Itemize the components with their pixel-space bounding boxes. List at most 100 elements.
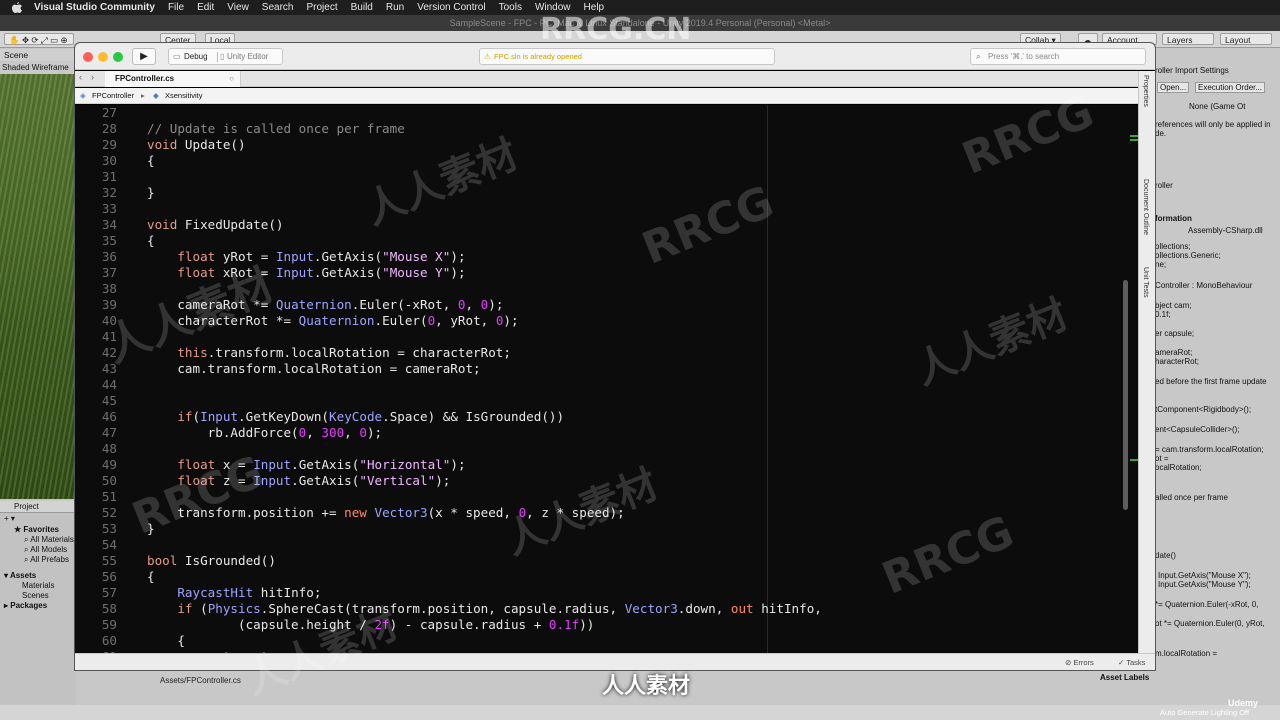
code-line[interactable]: 47 rb.AddForce(0, 300, 0); [75,425,1125,441]
tasks-pad-button[interactable]: ✓ Tasks [1118,654,1145,670]
code-line[interactable]: 42 this.transform.localRotation = charac… [75,345,1125,361]
shading-mode-dropdown[interactable]: Shaded Wireframe [0,62,76,74]
apple-icon[interactable] [12,2,22,13]
close-tab-icon[interactable]: ○ [229,71,234,87]
code-line[interactable]: 60 { [75,633,1125,649]
menu-version-control[interactable]: Version Control [417,2,485,13]
code-line[interactable]: 44 [75,377,1125,393]
minimize-window-button[interactable] [98,52,108,62]
code-text: cameraRot *= Quaternion.Euler(-xRot, 0, … [147,297,504,312]
breadcrumb-member[interactable]: Xsensitivity [165,88,203,104]
code-line[interactable]: 53} [75,521,1125,537]
chevron-right-icon[interactable]: › [91,72,94,82]
menu-project[interactable]: Project [306,2,337,13]
code-line[interactable]: 43 cam.transform.localRotation = cameraR… [75,361,1125,377]
vertical-scrollbar[interactable] [1123,280,1128,510]
asset-item[interactable]: Scenes [0,591,76,601]
code-line[interactable]: 40 characterRot *= Quaternion.Euler(0, y… [75,313,1125,329]
execution-order-button[interactable]: Execution Order... [1195,82,1266,93]
preview-line: *= Quaternion.Euler(-xRot, 0, [1155,600,1259,609]
line-number: 45 [101,393,117,408]
code-line[interactable]: 34 void FixedUpdate() [75,217,1125,233]
code-line[interactable]: 52 transform.position += new Vector3(x *… [75,505,1125,521]
favorites-folder[interactable]: ★ Favorites [0,525,76,535]
code-line[interactable]: 28 // Update is called once per frame [75,121,1125,137]
menu-edit[interactable]: Edit [197,2,214,13]
unity-status-bar [0,705,1280,720]
fav-item[interactable]: ⌕ All Prefabs [0,555,76,565]
document-outline-pad-tab[interactable]: Document Outline [1142,179,1149,235]
code-line[interactable]: 29 void Update() [75,137,1125,153]
code-line[interactable]: 33 [75,201,1125,217]
menu-view[interactable]: View [227,2,249,13]
menu-file[interactable]: File [168,2,184,13]
line-number: 41 [101,329,117,344]
code-line[interactable]: 27 [75,105,1125,121]
search-input[interactable]: ⌕ Press '⌘.' to search [970,48,1146,65]
code-line[interactable]: 37 float xRot = Input.GetAxis("Mouse Y")… [75,265,1125,281]
menu-window[interactable]: Window [535,2,571,13]
breadcrumb-class[interactable]: FPController [92,88,134,104]
code-line[interactable]: 57 RaycastHit hitInfo; [75,585,1125,601]
configuration-selector[interactable]: ▭ Debug ▯ Unity Editor [168,48,283,65]
project-tab[interactable]: Project [0,501,76,513]
code-line[interactable]: 59 (capsule.height / 2f) - capsule.radiu… [75,617,1125,633]
device-icon: ▯ [220,52,225,61]
scene-tab[interactable]: Scene [0,49,76,61]
code-line[interactable]: 35 { [75,233,1125,249]
code-line[interactable]: 30 { [75,153,1125,169]
code-line[interactable]: 48 [75,441,1125,457]
errors-pad-button[interactable]: ⊘ Errors [1065,654,1094,670]
tab-fpcontroller[interactable]: FPController.cs ○ [105,71,241,87]
code-line[interactable]: 41 [75,329,1125,345]
packages-folder[interactable]: ▸ Packages [0,601,76,611]
code-editor[interactable]: 27 28// Update is called once per frame 29… [75,105,1138,653]
menu-run[interactable]: Run [386,2,404,13]
preview-line: date() [1155,551,1176,560]
assets-folder[interactable]: ▾ Assets [0,571,76,581]
menu-search[interactable]: Search [262,2,294,13]
line-number: 36 [101,249,117,264]
code-line[interactable]: 51 [75,489,1125,505]
unit-tests-pad-tab[interactable]: Unit Tests [1142,267,1149,298]
code-line[interactable]: 55 bool IsGrounded() [75,553,1125,569]
layout-dropdown[interactable]: Layout [1220,33,1272,45]
code-line[interactable]: 32} [75,185,1125,201]
preview-line: ent<CapsuleCollider>(); [1155,425,1240,434]
code-line[interactable]: 36 float yRot = Input.GetAxis("Mouse X")… [75,249,1125,265]
line-number: 59 [101,617,117,632]
run-button[interactable]: ▶ [132,48,156,65]
menu-help[interactable]: Help [584,2,605,13]
asset-item[interactable]: Materials [0,581,76,591]
code-line[interactable]: 49 float x = Input.GetAxis("Horizontal")… [75,457,1125,473]
code-line[interactable]: 54 [75,537,1125,553]
preview-line: alled once per frame [1155,493,1228,502]
fav-item[interactable]: ⌕ All Models [0,545,76,555]
menu-tools[interactable]: Tools [499,2,522,13]
code-line[interactable]: 31 [75,169,1125,185]
line-number: 60 [101,633,117,648]
chevron-left-icon[interactable]: ‹ [79,72,82,82]
packages-label: Packages [10,601,48,610]
class-icon: ◈ [80,91,86,100]
code-text: float x = Input.GetAxis("Horizontal"); [177,457,466,472]
create-button[interactable]: + ▾ [0,513,76,525]
default-reference-field[interactable]: None (Game Ot [1189,102,1245,111]
code-line[interactable]: 50 float z = Input.GetAxis("Vertical"); [75,473,1125,489]
zoom-window-button[interactable] [113,52,123,62]
menu-build[interactable]: Build [351,2,373,13]
scene-viewport[interactable] [0,74,76,499]
transform-tools[interactable]: ✋ ✥ ⟳ ⤢ ▭ ⊕ [4,33,74,45]
menubar-app-name[interactable]: Visual Studio Community [34,2,155,13]
fav-item[interactable]: ⌕ All Materials [0,535,76,545]
close-window-button[interactable] [83,52,93,62]
code-line[interactable]: 56 { [75,569,1125,585]
code-line[interactable]: 39 cameraRot *= Quaternion.Euler(-xRot, … [75,297,1125,313]
layers-dropdown[interactable]: Layers [1162,33,1214,45]
code-line[interactable]: 46 if(Input.GetKeyDown(KeyCode.Space) &&… [75,409,1125,425]
properties-pad-tab[interactable]: Properties [1142,75,1149,107]
code-line[interactable]: 45 [75,393,1125,409]
code-line[interactable]: 38 [75,281,1125,297]
code-line[interactable]: 58 if (Physics.SphereCast(transform.posi… [75,601,1125,617]
open-button[interactable]: Open... [1157,82,1190,93]
